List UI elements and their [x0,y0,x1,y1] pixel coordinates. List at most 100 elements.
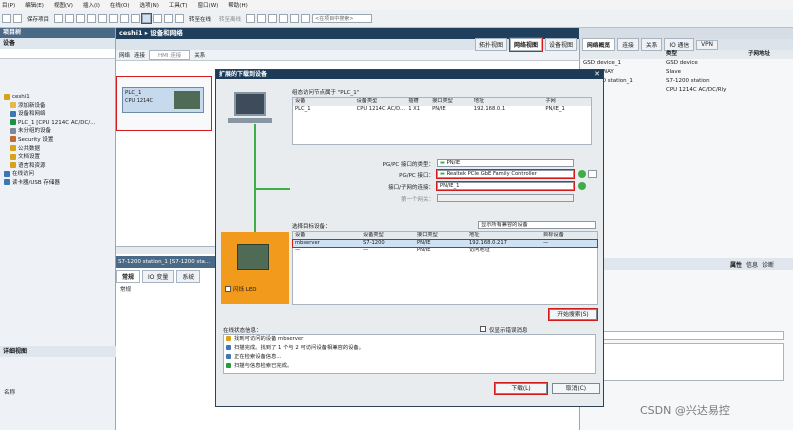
close-icon[interactable]: ✕ [594,70,600,79]
menu-item[interactable]: 在线(O) [110,1,130,9]
tab-topology-view[interactable]: 拓扑视图 [474,38,507,51]
save-project-button[interactable]: 保存项目 [27,15,49,23]
menu-item[interactable]: 窗口(W) [198,1,219,9]
configured-node-row[interactable]: PLC_1 CPU 1214C AC/D... 1 X1 PN/IE 192.168.0… [293,106,591,114]
target-device-row[interactable]: mbserver S7-1200 PN/IE 192.168.0.217 — [292,238,598,248]
overview-row[interactable]: GSD device_1 GSD device [580,59,793,68]
property-field[interactable] [584,331,784,340]
plc-device-highlight[interactable]: PLC_1 CPU 1214C [116,76,212,131]
property-textarea[interactable] [584,343,784,381]
tree-item[interactable]: 读卡器/USB 存储器 [4,179,115,188]
hmi-connection-select[interactable]: HMI 连接 [149,50,191,60]
project-tree: ceshi1 添加新设备 设备和网络 PLC_1 [CPU 1214C AC/DC/.… [0,59,115,188]
tab-info[interactable]: 信息 [746,260,758,269]
status-icon [226,363,231,368]
target-filter-select[interactable]: 显示所有兼容的设备 [478,221,596,229]
config-cell: PLC_1 [295,105,311,112]
cancel-button[interactable]: 取消(C) [552,383,600,394]
redo-icon[interactable] [120,14,130,23]
detail-name-column: 名称 [4,390,16,396]
connection-line-horizontal [254,188,290,190]
overview-type: S7-1200 station [666,78,710,84]
tab-io-tags[interactable]: IO 变量 [142,270,175,283]
errors-only-label: 仅显示错误消息 [489,328,528,334]
connections-button[interactable]: 连接 [134,51,145,59]
compile-icon[interactable] [131,14,141,23]
upload-icon[interactable] [153,14,163,23]
go-online-button[interactable]: 转至在线 [189,15,211,23]
target-device-row[interactable]: — — PN/IE 访问地址 [293,247,597,255]
download-to-device-icon[interactable] [141,13,153,24]
split-vertical-icon[interactable] [301,14,311,23]
print-icon[interactable] [54,14,64,23]
cut-icon[interactable] [65,14,75,23]
subnet-connection-select[interactable]: PN/IE_1 [436,181,575,191]
stop-cpu-icon[interactable] [268,14,278,23]
plc-device[interactable]: PLC_1 CPU 1214C [122,87,204,113]
menu-item[interactable]: 选项(N) [140,1,159,9]
tab-device-view[interactable]: 设备视图 [544,38,577,51]
overview-row[interactable]: ▸ GATEWAYSlave [580,68,793,77]
devices-tab[interactable]: 设备 [0,38,115,49]
paste-icon[interactable] [87,14,97,23]
tab-properties[interactable]: 属性 [730,260,742,269]
menu-item[interactable]: 帮助(H) [228,1,247,9]
first-gateway-select[interactable] [437,194,574,202]
tree-item[interactable]: 未分组的设备 [4,127,115,136]
interface-status-icon [578,170,586,178]
tree-item[interactable]: 添加新设备 [4,102,115,111]
tab-general[interactable]: 常规 [116,270,141,283]
open-project-icon[interactable] [13,14,22,23]
tree-item[interactable]: 文档设置 [4,153,115,162]
tree-item[interactable]: 在线访问 [4,170,115,179]
overview-device: GSD device_1 [583,60,622,66]
copy-icon[interactable] [76,14,86,23]
network-button[interactable]: 网络 [119,51,130,59]
errors-only-checkbox[interactable] [480,326,486,332]
tree-item[interactable]: Security 设置 [4,136,115,145]
relations-button[interactable]: 关系 [194,51,205,59]
config-cell: PN/IE [432,105,446,112]
tab-vpn[interactable]: VPN [696,39,718,50]
tree-item[interactable]: 设备和网络 [4,110,115,119]
accessible-devices-icon[interactable] [246,14,256,23]
menu-item[interactable]: 工具(T) [169,1,188,9]
tree-item[interactable]: ceshi1 [4,93,115,102]
tab-system[interactable]: 系统 [176,270,201,283]
pgpc-type-select[interactable]: ▬ PN/IE [437,159,574,167]
split-horizontal-icon[interactable] [290,14,300,23]
tree-item[interactable]: PLC_1 [CPU 1214C AC/DC/... [4,119,115,128]
download-button[interactable]: 下载(L) [494,382,548,395]
menu-item[interactable]: 插入(I) [83,1,100,9]
flash-led-checkbox[interactable] [225,286,231,292]
overview-row[interactable]: S7-1200 station_1 S7-1200 station [580,77,793,86]
pgpc-interface-select[interactable]: ▬ Realtek PCIe GbE Family Controller [436,169,575,179]
status-text: 正在检索设备信息... [234,354,282,360]
go-online-icon[interactable] [175,14,185,23]
project-search-input[interactable]: <在项目中搜索> [312,14,373,23]
inspector-tabs: 常规 IO 变量 系统 [116,270,201,283]
simulation-icon[interactable] [164,14,174,23]
new-project-icon[interactable] [2,14,11,23]
interface-properties-icon[interactable] [588,170,597,178]
cross-reference-icon[interactable] [279,14,289,23]
tree-item[interactable]: 语言和资源 [4,162,115,171]
delete-icon[interactable] [98,14,108,23]
tab-diagnostics[interactable]: 诊断 [762,260,774,269]
start-cpu-icon[interactable] [257,14,267,23]
menu-item[interactable]: 编辑(E) [25,1,44,9]
status-line: 扫描与信息检索已完成。 [224,362,595,371]
menu-item[interactable]: 视图(V) [54,1,73,9]
detail-view-title[interactable]: 详细视图 [0,346,116,357]
tab-network-view[interactable]: 网络视图 [508,37,543,52]
start-search-button[interactable]: 开始搜索(S) [548,308,598,321]
tree-item-label: Security 设置 [18,136,54,143]
menu-item[interactable]: 目(P) [2,1,15,9]
tree-item[interactable]: 公共数据 [4,145,115,154]
overview-row[interactable]: ▸ PLC_1CPU 1214C AC/DC/Rly [580,86,793,95]
overview-type: Slave [666,69,682,75]
inspector-item-general[interactable]: 常规 [120,285,131,293]
config-col-header: 子网 [545,98,556,104]
go-offline-button[interactable]: 转至离线 [219,15,241,23]
undo-icon[interactable] [109,14,119,23]
